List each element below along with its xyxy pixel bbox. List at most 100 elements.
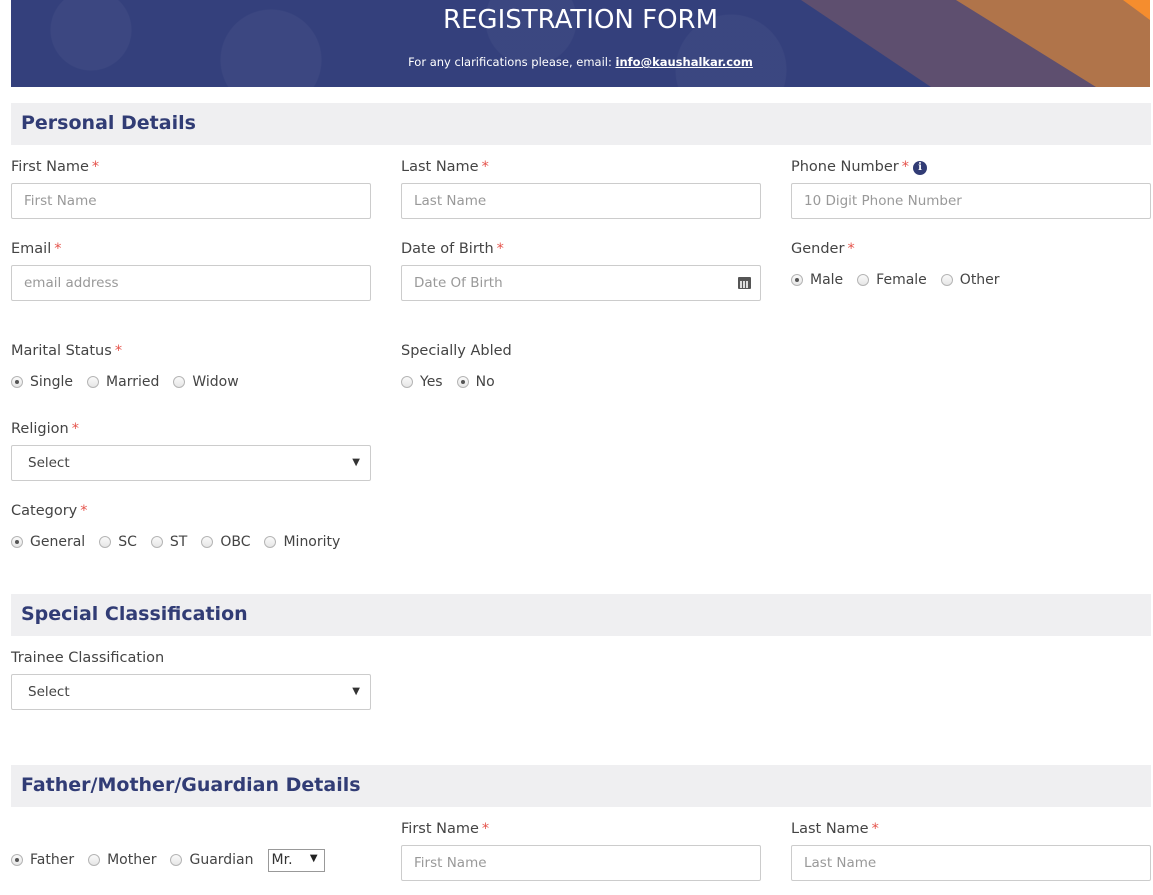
relation-option-mother[interactable]: Mother xyxy=(88,852,156,868)
select-value: Select xyxy=(28,455,70,471)
last-name-label: Last Name * xyxy=(401,157,761,177)
radio-label: Minority xyxy=(283,534,341,550)
select-value: Select xyxy=(28,684,70,700)
guardian-first-name-input[interactable] xyxy=(401,845,761,881)
first-name-label: First Name * xyxy=(11,157,371,177)
radio-label: Married xyxy=(106,374,160,390)
label-text: First Name xyxy=(401,821,479,837)
guardian-last-name-field: Last Name * xyxy=(791,819,1151,881)
specially-abled-radio-group: Yes No xyxy=(401,372,761,392)
calendar-icon[interactable] xyxy=(738,277,751,289)
gender-option-male[interactable]: Male xyxy=(791,272,843,288)
clarification-note: For any clarifications please, email: in… xyxy=(11,55,1150,69)
trainee-classification-field: Trainee Classification Select ▼ xyxy=(11,648,371,710)
radio-label: Single xyxy=(30,374,74,390)
category-radio-group: General SC ST OBC Minority xyxy=(11,532,371,552)
radio-unselected[interactable] xyxy=(87,376,100,388)
required-asterisk: * xyxy=(114,343,123,359)
radio-unselected[interactable] xyxy=(99,536,112,548)
radio-unselected[interactable] xyxy=(857,274,870,286)
guardian-last-name-label: Last Name * xyxy=(791,819,1151,839)
required-asterisk: * xyxy=(54,241,62,257)
date-of-birth-input[interactable] xyxy=(401,265,761,301)
date-of-birth-field: Date of Birth * xyxy=(401,239,761,301)
last-name-input[interactable] xyxy=(401,183,761,219)
required-asterisk: * xyxy=(901,159,910,175)
email-field: Email * xyxy=(11,239,371,301)
specially-abled-option-yes[interactable]: Yes xyxy=(401,374,443,390)
religion-field: Religion * Select ▼ xyxy=(11,419,371,481)
date-of-birth-label: Date of Birth * xyxy=(401,239,761,259)
radio-unselected[interactable] xyxy=(150,536,163,548)
marital-option-widow[interactable]: Widow xyxy=(173,374,239,390)
radio-label: Widow xyxy=(192,374,239,390)
label-text: Date of Birth xyxy=(401,241,494,257)
marital-option-married[interactable]: Married xyxy=(87,374,159,390)
first-name-input[interactable] xyxy=(11,183,371,219)
registration-banner: REGISTRATION FORM For any clarifications… xyxy=(11,0,1150,87)
radio-selected[interactable] xyxy=(11,376,23,388)
phone-number-field: Phone Number * i xyxy=(791,157,1151,219)
category-label: Category * xyxy=(11,501,371,521)
radio-unselected[interactable] xyxy=(201,536,214,548)
gender-option-other[interactable]: Other xyxy=(940,272,1000,288)
radio-unselected[interactable] xyxy=(940,274,953,286)
gender-label: Gender * xyxy=(791,239,1151,259)
label-text: Religion xyxy=(11,421,69,437)
radio-selected[interactable] xyxy=(11,854,23,866)
guardian-first-name-field: First Name * xyxy=(401,819,761,881)
gender-radio-group: Male Female Other xyxy=(791,270,1151,290)
email-input[interactable] xyxy=(11,265,371,301)
radio-label: OBC xyxy=(220,534,251,550)
first-name-field: First Name * xyxy=(11,157,371,219)
radio-label: ST xyxy=(169,534,188,550)
gender-field: Gender * Male Female Other xyxy=(791,239,1151,290)
radio-label: No xyxy=(475,374,495,390)
section-guardian-details: Father/Mother/Guardian Details xyxy=(11,765,1151,807)
category-option-general[interactable]: General xyxy=(11,534,85,550)
specially-abled-option-no[interactable]: No xyxy=(456,374,495,390)
section-title: Special Classification xyxy=(21,603,248,625)
radio-unselected[interactable] xyxy=(88,854,101,866)
label-text: Last Name xyxy=(791,821,869,837)
gender-option-female[interactable]: Female xyxy=(857,272,927,288)
radio-unselected[interactable] xyxy=(401,376,413,388)
radio-label: Yes xyxy=(420,374,443,390)
guardian-last-name-input[interactable] xyxy=(791,845,1151,881)
required-asterisk: * xyxy=(871,821,879,837)
salutation-select[interactable]: Mr. ▼ xyxy=(267,848,325,872)
label-text: First Name xyxy=(11,159,89,175)
required-asterisk: * xyxy=(80,503,88,519)
radio-label: SC xyxy=(118,534,137,550)
phone-number-input[interactable] xyxy=(791,183,1151,219)
radio-selected[interactable] xyxy=(456,376,469,388)
category-option-minority[interactable]: Minority xyxy=(264,534,340,550)
radio-unselected[interactable] xyxy=(170,854,183,866)
category-option-st[interactable]: ST xyxy=(150,534,188,550)
category-option-obc[interactable]: OBC xyxy=(201,534,250,550)
relation-option-guardian[interactable]: Guardian xyxy=(170,852,254,868)
radio-unselected[interactable] xyxy=(173,376,186,388)
religion-select[interactable]: Select ▼ xyxy=(11,445,371,481)
radio-selected[interactable] xyxy=(791,274,803,286)
label-text: Category xyxy=(11,503,78,519)
religion-label: Religion * xyxy=(11,419,371,439)
radio-unselected[interactable] xyxy=(264,536,277,548)
radio-label: Other xyxy=(959,272,1000,288)
date-of-birth-wrapper xyxy=(401,265,761,301)
category-option-sc[interactable]: SC xyxy=(99,534,137,550)
marital-option-single[interactable]: Single xyxy=(11,374,73,390)
marital-status-radio-group: Single Married Widow xyxy=(11,372,371,392)
category-field: Category * General SC ST OBC Minority xyxy=(11,501,371,552)
marital-status-label: Marital Status * xyxy=(11,341,371,361)
trainee-classification-select[interactable]: Select ▼ xyxy=(11,674,371,710)
chevron-down-icon: ▼ xyxy=(309,852,318,864)
info-circle-icon[interactable]: i xyxy=(913,161,928,175)
section-special-classification: Special Classification xyxy=(11,594,1151,636)
radio-label: General xyxy=(30,534,86,550)
relation-option-father[interactable]: Father xyxy=(11,852,74,868)
required-asterisk: * xyxy=(91,159,100,175)
contact-email-link[interactable]: info@kaushalkar.com xyxy=(616,55,753,69)
section-title: Father/Mother/Guardian Details xyxy=(21,774,361,796)
radio-selected[interactable] xyxy=(11,536,23,548)
